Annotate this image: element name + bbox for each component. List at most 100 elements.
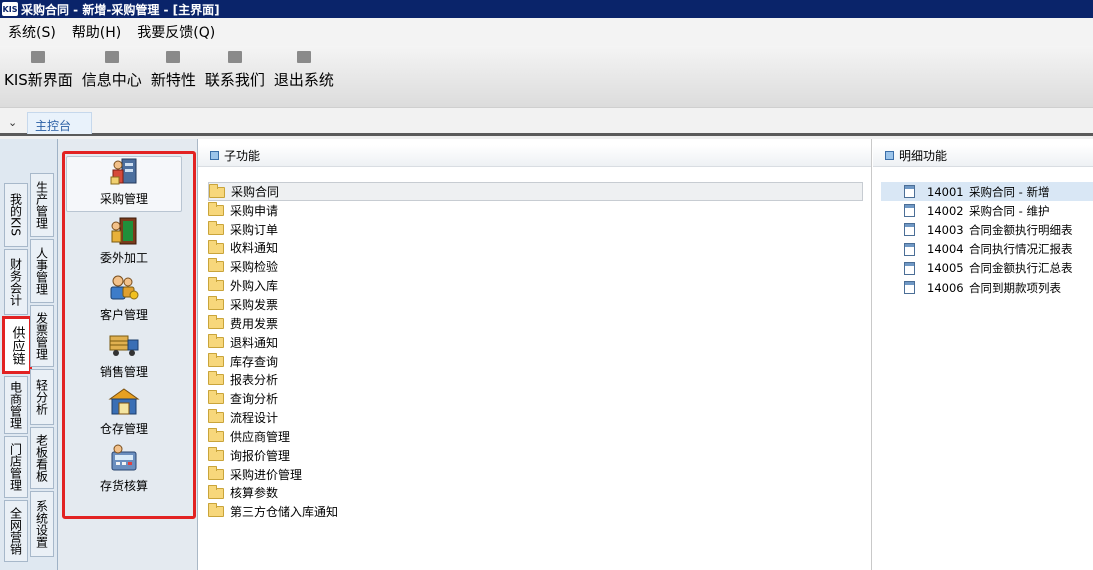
folder-icon	[208, 390, 224, 405]
document-icon	[904, 242, 915, 256]
subfunction-panel: 子功能 采购合同 采购申请 采购订单 收料通知 采购检验 外购入库 采购发票 费…	[198, 139, 872, 570]
exit-system-button[interactable]: 退出系统	[274, 46, 334, 90]
folder-icon	[208, 446, 224, 461]
folder-label: 核算参数	[230, 486, 279, 501]
document-icon	[904, 204, 915, 218]
kis-new-ui-button[interactable]: KIS新界面	[4, 46, 73, 90]
list-item[interactable]: 采购发票	[208, 295, 863, 314]
list-item[interactable]: 库存查询	[208, 352, 863, 371]
vtab-store[interactable]: 门店管理	[4, 436, 28, 498]
menu-feedback[interactable]: 我要反馈(Q)	[129, 22, 223, 42]
folder-icon	[208, 239, 224, 254]
list-item[interactable]: 采购检验	[208, 257, 863, 276]
table-row[interactable]: 14003 合同金额执行明细表	[881, 220, 1093, 239]
module-panel: 采购管理 委外加工 客户管理 销售管理 仓存管理 存货核算	[58, 139, 198, 570]
table-row[interactable]: 14001 采购合同 - 新增	[881, 182, 1093, 202]
folder-label: 询报价管理	[230, 448, 291, 463]
table-row[interactable]: 14005 合同金额执行汇总表	[881, 259, 1093, 278]
module-category-tabs: 我的KIS 财务会计 供应链 电商管理 门店管理 全网营销 生产管理 人事管理 …	[0, 139, 58, 570]
list-item[interactable]: 流程设计	[208, 408, 863, 427]
folder-label: 报表分析	[230, 373, 279, 388]
list-item[interactable]: 询报价管理	[208, 446, 863, 465]
vtab-system-settings[interactable]: 系统设置	[30, 491, 54, 557]
module-label: 存货核算	[99, 479, 148, 493]
subfunction-list: 采购合同 采购申请 采购订单 收料通知 采购检验 外购入库 采购发票 费用发票 …	[208, 182, 863, 521]
vtab-my-kis[interactable]: 我的KIS	[4, 183, 28, 247]
detail-code: 14004	[927, 242, 964, 257]
folder-label: 采购进价管理	[230, 467, 303, 482]
panel-square-icon	[885, 151, 894, 160]
module-outsource[interactable]: 委外加工	[66, 216, 182, 268]
vtab-ecommerce[interactable]: 电商管理	[4, 376, 28, 434]
menu-system[interactable]: 系统(S)	[0, 22, 64, 42]
module-warehouse[interactable]: 仓存管理	[66, 387, 182, 439]
vtab-marketing[interactable]: 全网营销	[4, 500, 28, 562]
vtab-invoice[interactable]: 发票管理	[30, 305, 54, 367]
list-item[interactable]: 采购订单	[208, 220, 863, 239]
vtab-production[interactable]: 生产管理	[30, 173, 54, 237]
folder-icon	[208, 296, 224, 311]
list-item[interactable]: 外购入库	[208, 276, 863, 295]
message-center-button[interactable]: 信息中心	[82, 46, 142, 90]
folder-icon	[208, 352, 224, 367]
module-label: 采购管理	[99, 192, 148, 206]
list-item[interactable]: 供应商管理	[208, 427, 863, 446]
exit-system-label: 退出系统	[273, 71, 334, 89]
module-inventory-calc[interactable]: 存货核算	[66, 444, 182, 496]
list-item[interactable]: 采购申请	[208, 201, 863, 220]
table-row[interactable]: 14002 采购合同 - 维护	[881, 201, 1093, 220]
list-item[interactable]: 核算参数	[208, 484, 863, 503]
list-item[interactable]: 收料通知	[208, 239, 863, 258]
module-label: 客户管理	[99, 308, 148, 322]
main-area: 我的KIS 财务会计 供应链 电商管理 门店管理 全网营销 生产管理 人事管理 …	[0, 139, 1093, 570]
panel-square-icon	[210, 151, 219, 160]
star-icon	[166, 51, 181, 63]
document-icon	[904, 185, 915, 198]
folder-label: 外购入库	[230, 279, 279, 294]
folder-icon	[208, 484, 224, 499]
vtab-light-analysis[interactable]: 轻分析	[30, 369, 54, 425]
detail-name: 采购合同 - 新增	[969, 184, 1050, 199]
purchase-icon	[110, 158, 137, 185]
vtab-hr[interactable]: 人事管理	[30, 239, 54, 303]
list-item[interactable]: 第三方仓储入库通知	[208, 502, 863, 521]
detail-name: 采购合同 - 维护	[969, 203, 1050, 218]
menu-help[interactable]: 帮助(H)	[64, 22, 129, 42]
folder-label: 第三方仓储入库通知	[230, 505, 339, 520]
inventory-calc-icon	[111, 444, 137, 471]
module-purchase[interactable]: 采购管理	[66, 156, 182, 212]
new-features-button[interactable]: 新特性	[151, 46, 196, 90]
folder-label: 费用发票	[230, 316, 279, 331]
menu-bar: 系统(S) 帮助(H) 我要反馈(Q)	[0, 18, 1093, 46]
toolbar: KIS新界面 信息中心 新特性 联系我们 退出系统	[0, 46, 1093, 108]
list-item[interactable]: 采购进价管理	[208, 465, 863, 484]
list-item[interactable]: 采购合同	[208, 182, 863, 201]
kis-new-ui-label: KIS新界面	[4, 71, 73, 89]
folder-label: 采购检验	[230, 260, 279, 275]
folder-icon	[208, 220, 224, 235]
list-item[interactable]: 费用发票	[208, 314, 863, 333]
detail-code: 14003	[927, 222, 964, 237]
table-row[interactable]: 14004 合同执行情况汇报表	[881, 240, 1093, 259]
detail-list: 14001 采购合同 - 新增 14002 采购合同 - 维护 14003 合同金额执…	[881, 182, 1093, 297]
tab-main-console[interactable]: 主控台	[27, 112, 92, 134]
folder-label: 收料通知	[230, 241, 279, 256]
message-center-label: 信息中心	[81, 71, 142, 89]
vtab-finance[interactable]: 财务会计	[4, 249, 28, 315]
list-item[interactable]: 查询分析	[208, 389, 863, 408]
list-item[interactable]: 退料通知	[208, 333, 863, 352]
vtab-boss-board[interactable]: 老板看板	[30, 427, 54, 489]
contact-us-button[interactable]: 联系我们	[205, 46, 265, 90]
kis-logo: KIS	[2, 2, 18, 16]
detail-header: 明细功能	[873, 145, 1093, 167]
module-sales[interactable]: 销售管理	[66, 330, 182, 382]
vtab-supply-chain[interactable]: 供应链	[2, 316, 32, 374]
module-customer[interactable]: 客户管理	[66, 273, 182, 325]
list-item[interactable]: 报表分析	[208, 370, 863, 389]
folder-label: 采购发票	[230, 297, 279, 312]
folder-icon	[208, 258, 224, 273]
chevron-down-icon[interactable]: ⌄	[8, 116, 17, 129]
subfunction-title: 子功能	[224, 149, 261, 163]
detail-code: 14001	[927, 184, 964, 199]
table-row[interactable]: 14006 合同到期款项列表	[881, 278, 1093, 297]
